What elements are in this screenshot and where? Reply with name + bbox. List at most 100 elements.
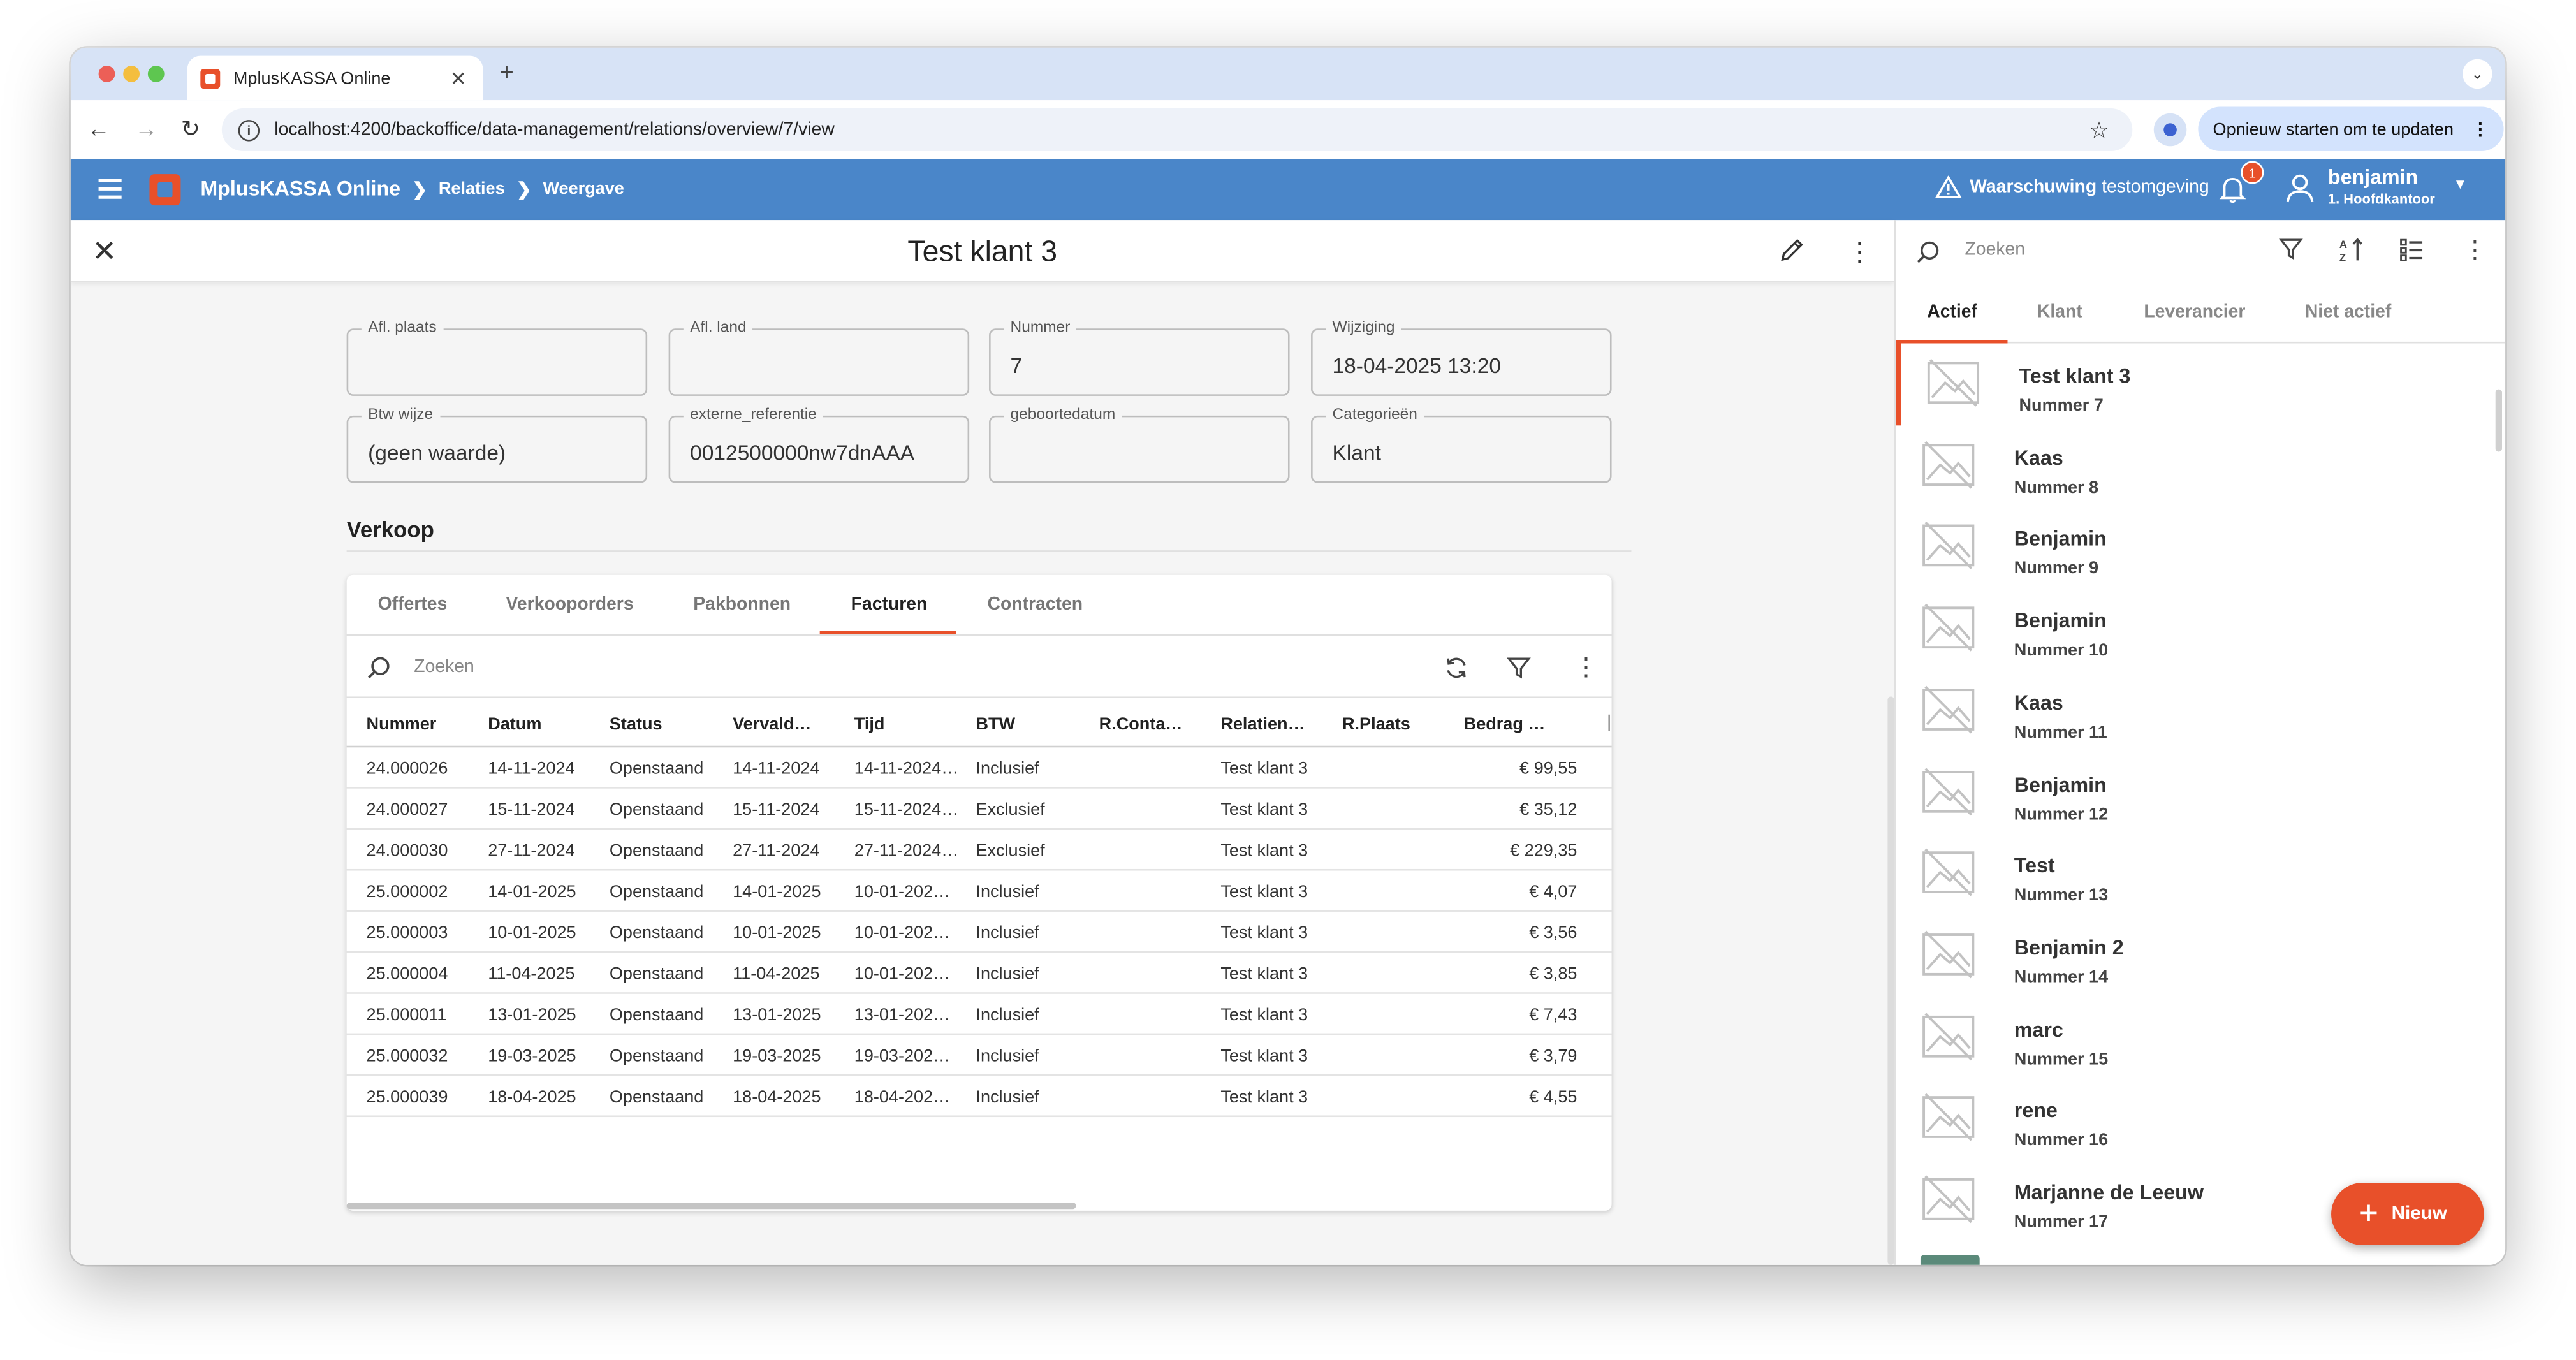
- field-value[interactable]: (geen waarde): [368, 441, 506, 465]
- list-item[interactable]: marc Nummer 15: [1896, 997, 2505, 1079]
- tab-leverancier[interactable]: Leverancier: [2144, 302, 2245, 322]
- field-row2-2[interactable]: geboortedatum: [989, 406, 1290, 483]
- address-bar[interactable]: i localhost:4200/backoffice/data-managem…: [221, 108, 2133, 152]
- column-header[interactable]: Datum: [488, 715, 541, 735]
- maximize-window-button[interactable]: [147, 66, 165, 82]
- field-row1-2[interactable]: Nummer 7: [989, 318, 1290, 396]
- back-arrow-icon[interactable]: ←: [84, 115, 113, 141]
- field-value[interactable]: Klant: [1333, 441, 1381, 465]
- list-item[interactable]: Kaas Nummer 11: [1896, 670, 2505, 752]
- sidebar-scrollbar[interactable]: [2495, 389, 2503, 452]
- table-row[interactable]: 25.000003 10-01-2025 Openstaand 10-01-2025 1…: [346, 912, 1612, 953]
- restart-update-button[interactable]: Opnieuw starten om te updaten ⋮: [2198, 106, 2504, 152]
- site-info-icon[interactable]: i: [238, 119, 260, 141]
- column-header[interactable]: Bedrag …: [1464, 715, 1546, 735]
- table-row[interactable]: 25.000002 14-01-2025 Openstaand 14-01-2025 1…: [346, 871, 1612, 912]
- table-cell: Test klant 3: [1220, 759, 1308, 779]
- forward-arrow-icon[interactable]: →: [131, 115, 161, 141]
- user-icon[interactable]: [2283, 171, 2316, 204]
- filter-icon[interactable]: [2279, 237, 2304, 261]
- sort-icon[interactable]: AZ: [2338, 237, 2364, 263]
- minimize-window-button[interactable]: [123, 66, 140, 82]
- field-value[interactable]: 7: [1011, 353, 1023, 378]
- user-name[interactable]: benjamin: [2328, 167, 2418, 189]
- tab-offertes[interactable]: Offertes: [378, 595, 448, 615]
- table-row[interactable]: 25.000004 11-04-2025 Openstaand 11-04-2025 1…: [346, 953, 1612, 994]
- field-value[interactable]: 18-04-2025 13:20: [1333, 353, 1501, 378]
- table-row[interactable]: 25.000032 19-03-2025 Openstaand 19-03-2025 1…: [346, 1035, 1612, 1076]
- table-more-kebab-icon[interactable]: ⋮: [1574, 652, 1599, 682]
- field-row1-0[interactable]: Afl. plaats: [346, 318, 648, 396]
- table-row[interactable]: 24.000030 27-11-2024 Openstaand 27-11-2024 2…: [346, 830, 1612, 871]
- address-url[interactable]: localhost:4200/backoffice/data-managemen…: [274, 120, 835, 140]
- tab-niet-actief[interactable]: Niet actief: [2305, 302, 2391, 322]
- tab-contracten[interactable]: Contracten: [987, 595, 1083, 615]
- list-item[interactable]: Test Nummer 13: [1896, 833, 2505, 916]
- brand-name[interactable]: MplusKASSA Online: [200, 177, 400, 200]
- new-relation-button[interactable]: + Nieuw: [2331, 1183, 2484, 1245]
- table-cell: 25.000032: [366, 1046, 448, 1067]
- column-resize-handle[interactable]: [1608, 714, 1610, 731]
- close-window-button[interactable]: [98, 66, 115, 82]
- table-row[interactable]: 24.000026 14-11-2024 Openstaand 14-11-2024 1…: [346, 747, 1612, 789]
- list-item[interactable]: Benjamin Nummer 9: [1896, 507, 2505, 589]
- table-row[interactable]: 25.000011 13-01-2025 Openstaand 13-01-2025 1…: [346, 994, 1612, 1035]
- column-header[interactable]: Relatien…: [1220, 715, 1305, 735]
- table-horizontal-scrollbar[interactable]: [346, 1202, 1076, 1210]
- bookmark-star-icon[interactable]: ☆: [2089, 117, 2109, 145]
- field-row2-0[interactable]: Btw wijze (geen waarde): [346, 406, 648, 483]
- field-value[interactable]: 0012500000nw7dnAAA: [690, 441, 914, 465]
- table-cell: 15-11-2024…: [854, 800, 959, 820]
- sidebar-search-input[interactable]: Zoeken: [1965, 240, 2025, 260]
- tab-pakbonnen[interactable]: Pakbonnen: [693, 595, 791, 615]
- browser-tab[interactable]: MplusKASSA Online ✕: [187, 55, 483, 101]
- reload-icon[interactable]: ↻: [176, 115, 205, 143]
- menu-hamburger-icon[interactable]: [98, 179, 122, 199]
- edit-pencil-icon[interactable]: [1779, 237, 1805, 263]
- table-cell: 18-04-202…: [854, 1087, 951, 1108]
- column-header[interactable]: BTW: [976, 715, 1015, 735]
- close-tab-icon[interactable]: ✕: [450, 66, 467, 89]
- new-tab-icon[interactable]: +: [499, 59, 514, 87]
- table-row[interactable]: 25.000039 18-04-2025 Openstaand 18-04-2025 1…: [346, 1076, 1612, 1118]
- sidebar-more-kebab-icon[interactable]: ⋮: [2463, 235, 2487, 265]
- list-item[interactable]: Test klant 3 Nummer 7: [1896, 343, 2505, 426]
- table-cell: 19-03-202…: [854, 1046, 951, 1067]
- column-header[interactable]: Vervald…: [733, 715, 811, 735]
- table-cell: Inclusief: [976, 1046, 1039, 1067]
- list-item[interactable]: rene Nummer 16: [1896, 1078, 2505, 1160]
- image-placeholder-icon: [1922, 604, 1975, 652]
- table-cell: Test klant 3: [1220, 800, 1308, 820]
- browser-menu-kebab-icon[interactable]: ⋮: [2471, 119, 2489, 139]
- invoice-search-input[interactable]: Zoeken: [414, 657, 474, 677]
- field-row1-1[interactable]: Afl. land: [668, 318, 970, 396]
- column-header[interactable]: Tijd: [854, 715, 885, 735]
- detail-more-kebab-icon[interactable]: ⋮: [1847, 237, 1873, 270]
- notification-bell-icon[interactable]: [2219, 174, 2246, 203]
- list-view-icon[interactable]: [2399, 237, 2425, 263]
- breadcrumb-relaties[interactable]: Relaties: [439, 179, 505, 199]
- tab-verkooporders[interactable]: Verkooporders: [506, 595, 634, 615]
- field-row2-3[interactable]: Categorieën Klant: [1311, 406, 1612, 483]
- profile-avatar-icon[interactable]: [2153, 113, 2187, 147]
- filter-icon[interactable]: [1507, 655, 1532, 680]
- column-header[interactable]: Status: [610, 715, 662, 735]
- list-item[interactable]: Benjamin Nummer 12: [1896, 752, 2505, 834]
- tab-klant[interactable]: Klant: [2037, 302, 2082, 322]
- field-row1-3[interactable]: Wijziging 18-04-2025 13:20: [1311, 318, 1612, 396]
- tab-search-chevron-icon[interactable]: ⌄: [2463, 59, 2492, 89]
- field-row2-1[interactable]: externe_referentie 0012500000nw7dnAAA: [668, 406, 970, 483]
- list-item[interactable]: Kaas Nummer 8: [1896, 425, 2505, 508]
- list-item[interactable]: Benjamin 2 Nummer 14: [1896, 915, 2505, 997]
- detail-vertical-scrollbar[interactable]: [1887, 696, 1894, 1265]
- column-header[interactable]: Nummer: [367, 715, 437, 735]
- breadcrumb-chevron-icon: ❯: [516, 180, 532, 200]
- column-header[interactable]: R.Plaats: [1342, 715, 1410, 735]
- list-item[interactable]: Benjamin Nummer 10: [1896, 589, 2505, 671]
- tab-facturen[interactable]: Facturen: [851, 595, 928, 615]
- column-header[interactable]: R.Conta…: [1099, 715, 1183, 735]
- tab-actief[interactable]: Actief: [1927, 302, 1977, 322]
- refresh-icon[interactable]: [1444, 655, 1469, 680]
- user-menu-chevron-icon[interactable]: ▾: [2456, 176, 2464, 194]
- table-row[interactable]: 24.000027 15-11-2024 Openstaand 15-11-2024 1…: [346, 789, 1612, 830]
